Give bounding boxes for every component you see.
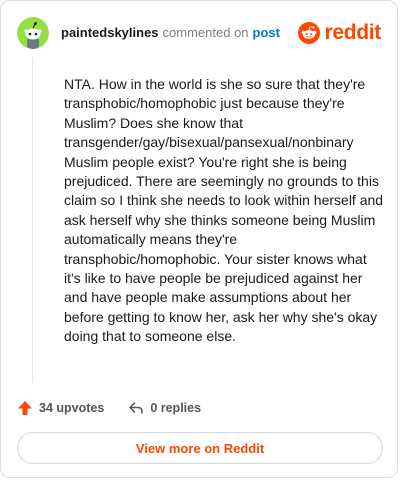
reddit-logo[interactable]: reddit [298, 21, 381, 45]
reply-arrow-icon [129, 402, 144, 414]
comment-actions: 34 upvotes 0 replies [17, 398, 201, 418]
view-more-on-reddit-button[interactable]: View more on Reddit [17, 432, 383, 464]
reddit-wordmark: reddit [324, 21, 381, 44]
upvote-count: 34 upvotes [39, 401, 105, 415]
snoo-avatar-icon [17, 17, 49, 49]
reply-button[interactable]: 0 replies [128, 400, 201, 416]
comment-byline: paintedskylines commented on post [61, 25, 280, 41]
upvote-button[interactable]: 34 upvotes [17, 400, 104, 416]
comment-header: paintedskylines commented on post reddit [17, 17, 381, 49]
embedded-comment-card: paintedskylines commented on post reddit N… [0, 0, 398, 478]
author-username[interactable]: paintedskylines [61, 25, 159, 40]
upvote-arrow-icon [18, 401, 32, 415]
post-link[interactable]: post [253, 25, 280, 40]
reddit-logo-icon [298, 22, 321, 44]
commented-on-text: commented on [162, 25, 249, 40]
thread-line [32, 57, 33, 383]
comment-body: NTA. How in the world is she so sure tha… [64, 76, 384, 345]
avatar[interactable] [17, 17, 49, 49]
reply-count: 0 replies [150, 401, 202, 415]
